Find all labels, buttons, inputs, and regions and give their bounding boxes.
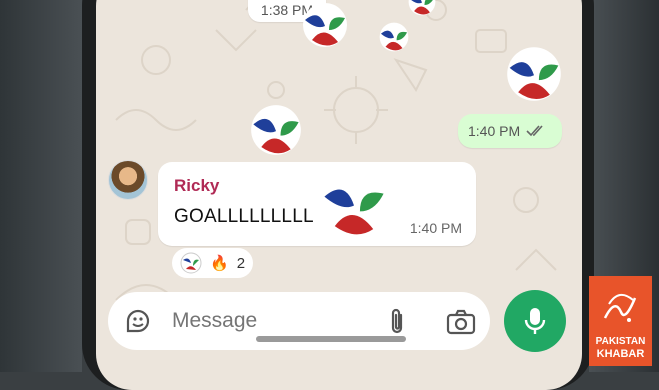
mic-button[interactable] [504, 290, 566, 352]
football-icon [379, 22, 409, 52]
football-icon [303, 3, 347, 47]
calligraphy-logo-icon [603, 293, 637, 322]
reaction-count: 2 [236, 254, 246, 272]
watermark-line1: PAKISTAN [595, 336, 646, 347]
message-input[interactable] [172, 309, 372, 333]
message-text: GOALLLLLLLLL [174, 206, 314, 227]
outgoing-message[interactable]: 1:40 PM [458, 114, 562, 148]
sender-name[interactable]: Ricky [174, 176, 219, 196]
incoming-message[interactable]: Ricky GOALLLLLLLLL 1:40 PM [158, 162, 476, 246]
mic-icon [524, 308, 546, 334]
double-check-icon [526, 125, 543, 137]
sticker-icon[interactable] [124, 307, 152, 335]
football-icon [321, 171, 387, 237]
attach-icon[interactable] [386, 307, 408, 337]
watermark-line2: KHABAR [596, 348, 645, 360]
outgoing-message-time: 1:40 PM [468, 123, 521, 139]
reactions-pill[interactable]: 🔥 2 [172, 248, 254, 278]
background-left [0, 0, 82, 372]
avatar[interactable] [108, 160, 148, 200]
fire-reaction-icon: 🔥 [210, 255, 229, 272]
home-indicator [256, 336, 406, 342]
football-icon [251, 105, 301, 155]
watermark-logo: PAKISTAN KHABAR [589, 276, 652, 366]
incoming-message-time: 1:40 PM [409, 220, 462, 236]
camera-icon[interactable] [446, 309, 476, 335]
football-icon [408, 0, 436, 16]
football-reaction-icon [180, 252, 202, 274]
football-icon [507, 47, 561, 101]
